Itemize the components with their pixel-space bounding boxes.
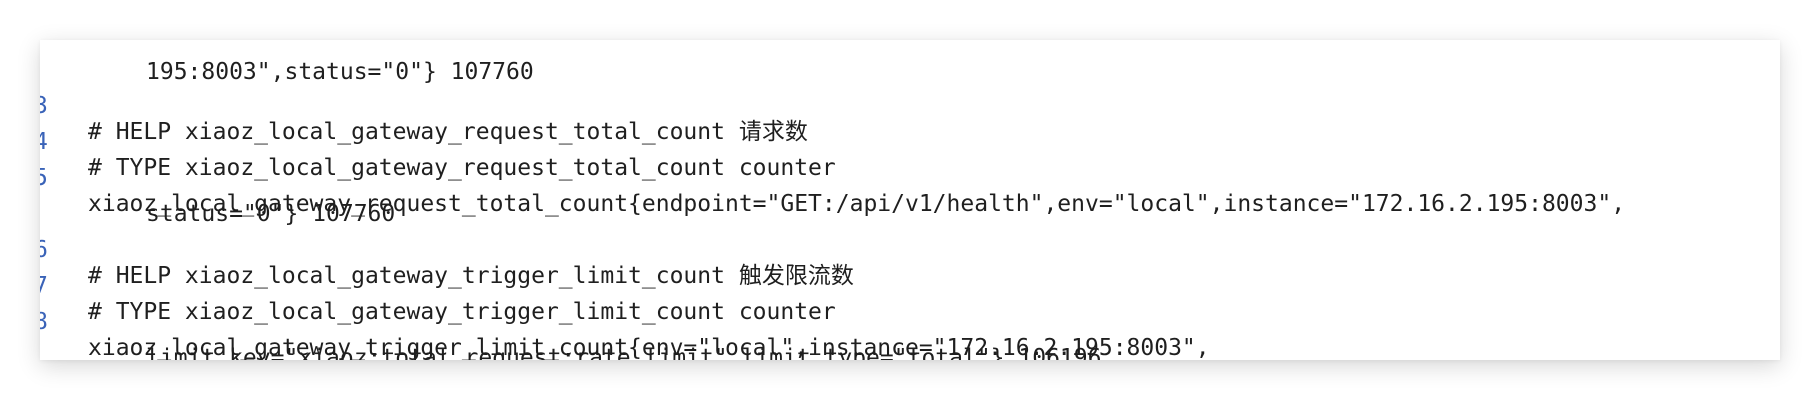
code-line: 3 # HELP xiaoz_local_gateway_request_tot…: [40, 62, 1780, 145]
code-line-continuation: limit_key="xiaoz:total_request:rate_limi…: [40, 314, 1780, 360]
code-line: 6 # HELP xiaoz_local_gateway_trigger_lim…: [40, 206, 1780, 289]
code-line: 8 xiaoz_local_gateway_trigger_limit_coun…: [40, 278, 1780, 360]
code-line: 4 # TYPE xiaoz_local_gateway_request_tot…: [40, 98, 1780, 181]
code-panel: 195:8003",status="0"} 107760 3 # HELP xi…: [40, 40, 1780, 360]
code-text: limit_key="xiaoz:total_request:rate_limi…: [146, 345, 1102, 360]
code-line: 7 # TYPE xiaoz_local_gateway_trigger_lim…: [40, 242, 1780, 325]
code-line: 5 xiaoz_local_gateway_request_total_coun…: [40, 134, 1780, 217]
code-line-continuation: status="0"} 107760: [40, 170, 1780, 227]
code-line-continuation: 195:8003",status="0"} 107760: [40, 40, 1780, 85]
